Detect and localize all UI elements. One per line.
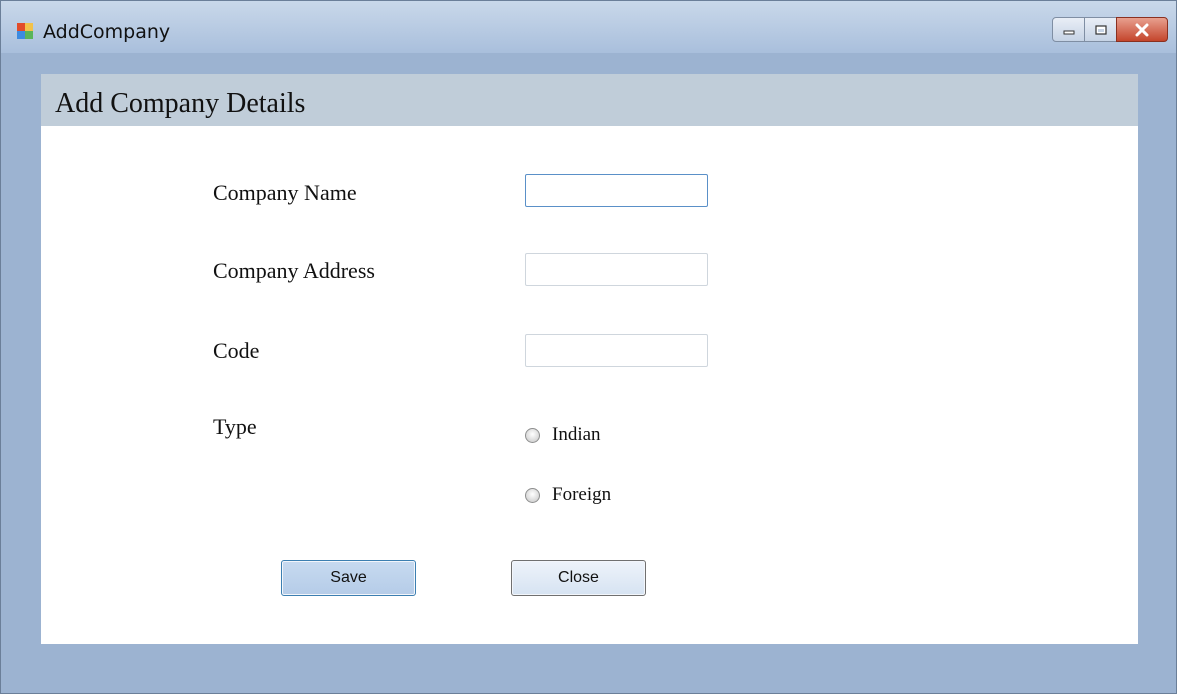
radio-foreign-label: Foreign	[552, 484, 612, 505]
company-address-input[interactable]	[525, 253, 708, 286]
company-name-input[interactable]	[525, 174, 708, 207]
code-label: Code	[213, 338, 260, 363]
title-bar[interactable]: AddCompany	[1, 1, 1176, 53]
company-name-label: Company Name	[213, 180, 357, 205]
save-button[interactable]: Save	[281, 560, 416, 596]
close-icon	[1135, 23, 1149, 36]
code-input[interactable]	[525, 334, 708, 367]
maximize-icon	[1094, 24, 1107, 35]
window-controls	[1052, 17, 1168, 44]
radio-foreign[interactable]: Foreign	[525, 483, 611, 507]
header-band: Add Company Details	[41, 74, 1138, 126]
company-address-label: Company Address	[213, 258, 375, 283]
close-window-button[interactable]	[1116, 17, 1168, 42]
radio-button-icon[interactable]	[525, 427, 540, 443]
radio-indian-label: Indian	[552, 424, 601, 445]
app-window-icon	[17, 23, 35, 41]
page-title: Add Company Details	[55, 88, 306, 119]
radio-button-icon[interactable]	[525, 487, 540, 503]
minimize-icon	[1063, 30, 1074, 34]
add-company-window: AddCompany Add Company Details Company N…	[0, 0, 1177, 694]
close-button[interactable]: Close	[511, 560, 646, 596]
radio-indian[interactable]: Indian	[525, 423, 601, 447]
maximize-button[interactable]	[1084, 17, 1117, 42]
minimize-button[interactable]	[1052, 17, 1085, 42]
type-label: Type	[213, 414, 257, 439]
window-title: AddCompany	[43, 21, 171, 43]
form-panel: Add Company Details Company Name Company…	[41, 74, 1138, 644]
